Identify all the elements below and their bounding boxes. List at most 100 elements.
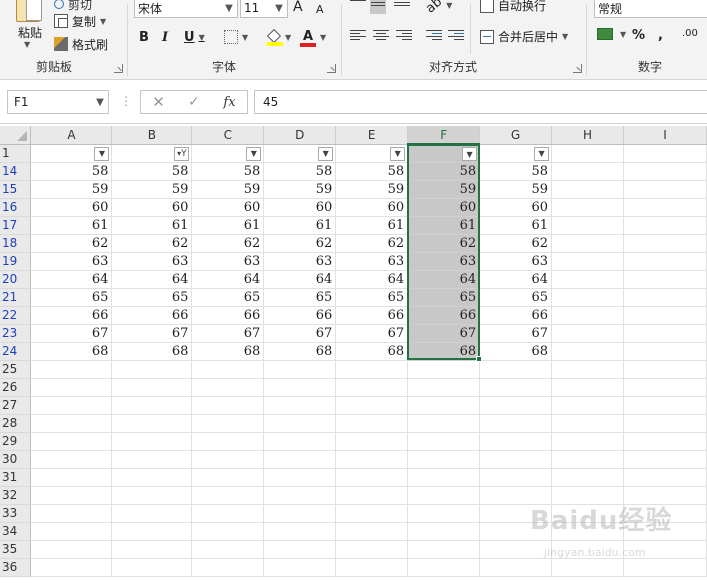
- cell[interactable]: 66: [191, 306, 265, 325]
- cell[interactable]: 62: [191, 234, 265, 253]
- decrease-indent-icon[interactable]: [426, 30, 442, 42]
- row-header[interactable]: 27: [0, 396, 32, 415]
- cell[interactable]: [551, 360, 624, 379]
- cell[interactable]: [623, 342, 707, 361]
- cell[interactable]: 65: [335, 288, 409, 307]
- cell[interactable]: 67: [407, 324, 481, 343]
- cell[interactable]: 63: [191, 252, 265, 271]
- header-cell[interactable]: ▼: [335, 144, 409, 163]
- cell[interactable]: 59: [30, 180, 113, 199]
- paste-button[interactable]: 粘贴 ▼: [6, 0, 50, 54]
- cell[interactable]: [551, 162, 624, 181]
- cell[interactable]: 66: [111, 306, 193, 325]
- cell[interactable]: [623, 504, 707, 523]
- row-header[interactable]: 15: [0, 180, 32, 199]
- cell[interactable]: 61: [30, 216, 113, 235]
- cell[interactable]: [479, 486, 553, 505]
- cell[interactable]: [623, 306, 707, 325]
- row-header[interactable]: 1: [0, 144, 32, 163]
- cell[interactable]: [263, 396, 337, 415]
- cell[interactable]: [551, 432, 624, 451]
- cell[interactable]: [551, 180, 624, 199]
- cell[interactable]: [335, 468, 409, 487]
- cell[interactable]: [111, 522, 193, 541]
- cell[interactable]: [623, 162, 707, 181]
- cancel-button[interactable]: ✕: [140, 90, 176, 114]
- cell[interactable]: 59: [111, 180, 193, 199]
- cell[interactable]: [111, 396, 193, 415]
- cell[interactable]: 68: [263, 342, 337, 361]
- cell[interactable]: [191, 432, 265, 451]
- cell[interactable]: 61: [191, 216, 265, 235]
- row-header[interactable]: 16: [0, 198, 32, 217]
- cell[interactable]: [623, 486, 707, 505]
- row-header[interactable]: 29: [0, 432, 32, 451]
- cell[interactable]: 68: [335, 342, 409, 361]
- cell[interactable]: [30, 396, 113, 415]
- splitter-handle[interactable]: ⋮: [120, 94, 132, 108]
- cell[interactable]: 62: [335, 234, 409, 253]
- cell[interactable]: [335, 432, 409, 451]
- row-header[interactable]: 34: [0, 522, 32, 541]
- cell[interactable]: 62: [479, 234, 553, 253]
- cell[interactable]: [191, 396, 265, 415]
- cell[interactable]: 60: [479, 198, 553, 217]
- cell[interactable]: 64: [407, 270, 481, 289]
- cell[interactable]: 59: [191, 180, 265, 199]
- cell[interactable]: [551, 396, 624, 415]
- row-header[interactable]: 18: [0, 234, 32, 253]
- chevron-down-icon[interactable]: ▼: [562, 32, 568, 41]
- chevron-down-icon[interactable]: ▼: [446, 1, 452, 10]
- cell[interactable]: 65: [263, 288, 337, 307]
- clipboard-dialog-launcher-icon[interactable]: [114, 64, 123, 73]
- cell[interactable]: [30, 378, 113, 397]
- filter-dropdown-icon[interactable]: ▼: [94, 146, 110, 161]
- cell[interactable]: [335, 522, 409, 541]
- cell[interactable]: [479, 378, 553, 397]
- cell[interactable]: [191, 360, 265, 379]
- column-header[interactable]: H: [551, 126, 624, 145]
- cell[interactable]: 67: [479, 324, 553, 343]
- cell[interactable]: [30, 540, 113, 559]
- cell[interactable]: [479, 558, 553, 577]
- cell[interactable]: [551, 306, 624, 325]
- cell[interactable]: [551, 252, 624, 271]
- filter-dropdown-icon[interactable]: ▼: [246, 146, 262, 161]
- cell[interactable]: [111, 486, 193, 505]
- underline-button[interactable]: U ▼: [184, 28, 205, 46]
- filter-dropdown-icon[interactable]: ▼: [462, 147, 478, 161]
- row-header[interactable]: 22: [0, 306, 32, 325]
- cell[interactable]: [263, 504, 337, 523]
- cell[interactable]: [479, 360, 553, 379]
- cell[interactable]: [551, 486, 624, 505]
- cell[interactable]: [263, 414, 337, 433]
- cell[interactable]: [335, 450, 409, 469]
- comma-style-button[interactable]: ,: [658, 28, 663, 43]
- cell[interactable]: [407, 360, 481, 379]
- cell[interactable]: [111, 360, 193, 379]
- cell[interactable]: [551, 504, 624, 523]
- cell[interactable]: [479, 522, 553, 541]
- cell[interactable]: [30, 468, 113, 487]
- cell[interactable]: [623, 360, 707, 379]
- cell[interactable]: [551, 324, 624, 343]
- cell[interactable]: [335, 378, 409, 397]
- cell[interactable]: [30, 558, 113, 577]
- chevron-down-icon[interactable]: ▼: [242, 33, 248, 42]
- cell[interactable]: 61: [479, 216, 553, 235]
- cell[interactable]: [623, 216, 707, 235]
- worksheet-grid[interactable]: A B C D E F G H I 1 ▼ ▾ Y ▼ ▼ ▼ ▼ ▼ 14 58 58 58 58 58 5…: [0, 126, 707, 583]
- align-bottom-icon[interactable]: [394, 2, 410, 14]
- cell[interactable]: [191, 450, 265, 469]
- cell[interactable]: [407, 396, 481, 415]
- cell[interactable]: [263, 360, 337, 379]
- bold-button[interactable]: B: [139, 28, 149, 46]
- cell[interactable]: 68: [479, 342, 553, 361]
- shrink-font-button[interactable]: A: [316, 0, 324, 18]
- cell[interactable]: [551, 288, 624, 307]
- row-header[interactable]: 28: [0, 414, 32, 433]
- cell[interactable]: 60: [111, 198, 193, 217]
- cell[interactable]: 65: [111, 288, 193, 307]
- cell[interactable]: [407, 504, 481, 523]
- row-header[interactable]: 31: [0, 468, 32, 487]
